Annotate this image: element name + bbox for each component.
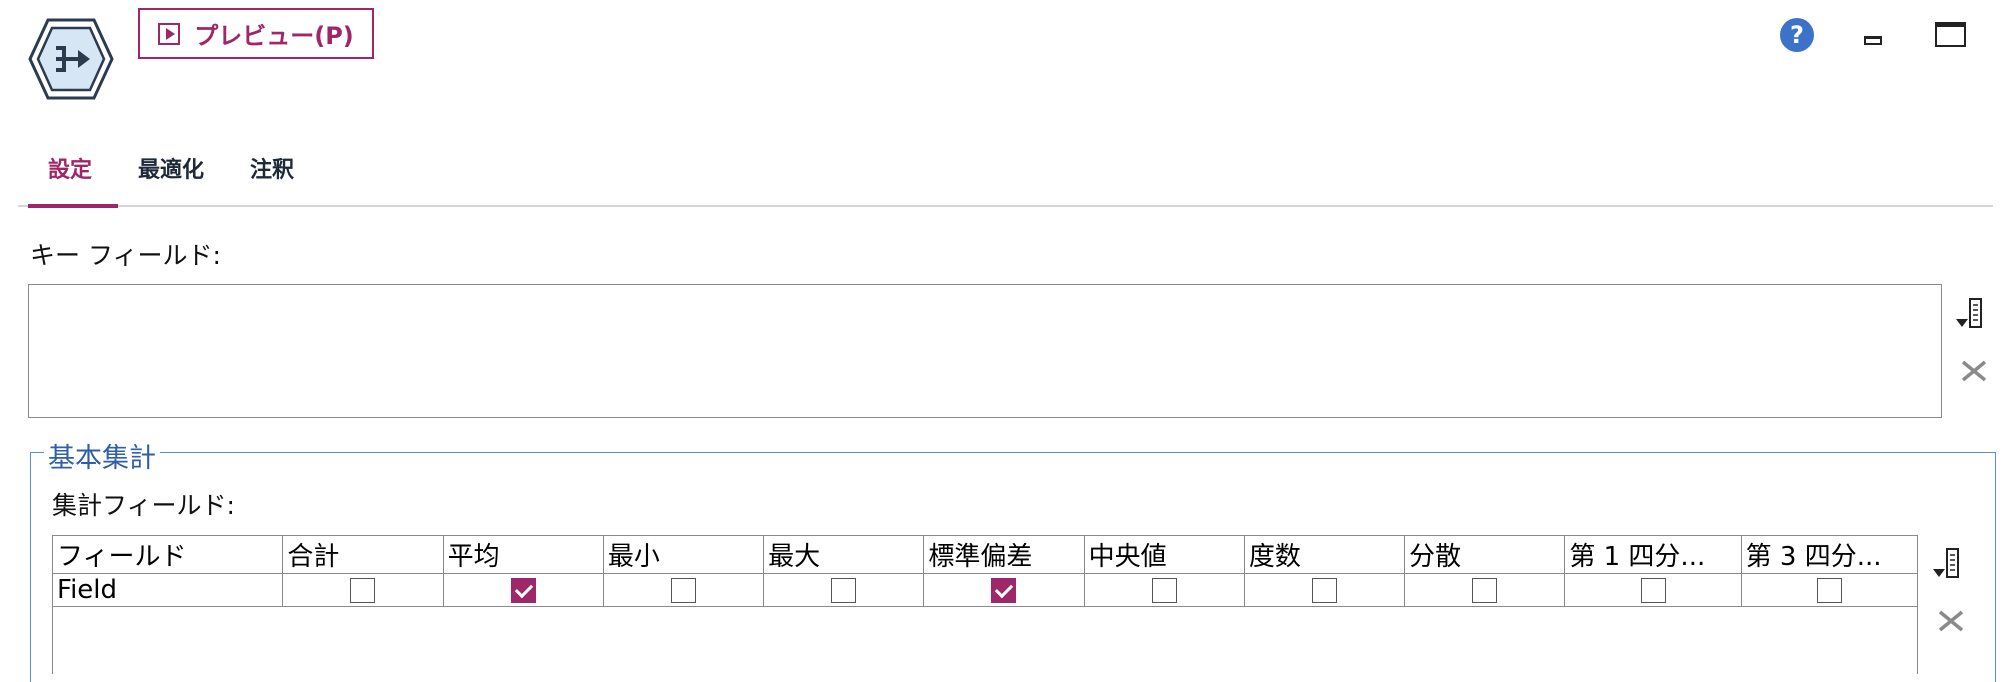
remove-field-icon[interactable] bbox=[1936, 604, 1966, 638]
checkbox[interactable] bbox=[1311, 578, 1337, 603]
column-header[interactable]: 第 1 四分... bbox=[1564, 535, 1742, 574]
column-header[interactable]: 第 3 四分... bbox=[1740, 535, 1919, 574]
aggregate-node-icon bbox=[28, 18, 114, 100]
aggregate-cell bbox=[1564, 573, 1742, 607]
checkbox-checked[interactable] bbox=[510, 578, 536, 603]
aggregate-cell bbox=[763, 573, 925, 607]
aggregate-cell bbox=[282, 573, 444, 607]
checkbox[interactable] bbox=[1640, 578, 1666, 603]
column-header[interactable]: 最大 bbox=[763, 535, 925, 574]
column-header[interactable]: フィールド bbox=[51, 535, 284, 574]
key-fields-label: キー フィールド: bbox=[30, 241, 221, 270]
aggregate-cell bbox=[1740, 573, 1919, 607]
column-header[interactable]: 合計 bbox=[282, 535, 444, 574]
column-header[interactable]: 度数 bbox=[1243, 535, 1406, 574]
table-header-row: フィールド 合計 平均 最小 最大 標準偏差 中央値 度数 分散 第 1 四分.… bbox=[51, 535, 1919, 574]
aggregate-cell bbox=[1243, 573, 1406, 607]
help-icon[interactable]: ? bbox=[1780, 18, 1814, 52]
aggregate-fields-label: 集計フィールド: bbox=[52, 491, 235, 520]
minimize-icon[interactable] bbox=[1864, 36, 1882, 45]
checkbox[interactable] bbox=[1472, 578, 1498, 603]
field-picker-icon[interactable] bbox=[1955, 296, 1985, 330]
aggregate-fields-table: フィールド 合計 平均 最小 最大 標準偏差 中央値 度数 分散 第 1 四分.… bbox=[51, 535, 1919, 607]
aggregate-cell bbox=[923, 573, 1085, 607]
checkbox[interactable] bbox=[831, 578, 857, 603]
field-picker-icon[interactable] bbox=[1932, 546, 1962, 580]
preview-button-label: プレビュー(P) bbox=[194, 22, 354, 50]
column-header[interactable]: 分散 bbox=[1404, 535, 1566, 574]
checkbox-checked[interactable] bbox=[991, 578, 1017, 603]
tab-divider bbox=[18, 205, 1993, 207]
aggregate-cell bbox=[1404, 573, 1566, 607]
checkbox[interactable] bbox=[350, 578, 376, 603]
tab-optimize[interactable]: 最適化 bbox=[138, 152, 204, 184]
basic-aggregates-title: 基本集計 bbox=[44, 436, 160, 475]
aggregate-cell bbox=[1083, 573, 1245, 607]
tab-annotation[interactable]: 注釈 bbox=[250, 152, 294, 184]
key-fields-list[interactable] bbox=[28, 284, 1942, 418]
maximize-icon[interactable] bbox=[1935, 22, 1966, 47]
play-icon bbox=[158, 22, 181, 45]
column-header[interactable]: 平均 bbox=[442, 535, 604, 574]
checkbox[interactable] bbox=[1151, 578, 1177, 603]
aggregate-cell bbox=[442, 573, 604, 607]
remove-field-icon[interactable] bbox=[1959, 354, 1989, 388]
field-name-cell[interactable]: Field bbox=[51, 573, 284, 607]
active-tab-indicator bbox=[28, 204, 118, 208]
aggregate-cell bbox=[602, 573, 765, 607]
column-header[interactable]: 標準偏差 bbox=[923, 535, 1085, 574]
tab-settings[interactable]: 設定 bbox=[48, 152, 92, 184]
column-header[interactable]: 中央値 bbox=[1083, 535, 1245, 574]
preview-button[interactable]: プレビュー(P) bbox=[138, 8, 374, 59]
table-row[interactable]: Field bbox=[51, 573, 1919, 607]
checkbox[interactable] bbox=[1816, 578, 1842, 603]
column-header[interactable]: 最小 bbox=[602, 535, 765, 574]
checkbox[interactable] bbox=[670, 578, 696, 603]
